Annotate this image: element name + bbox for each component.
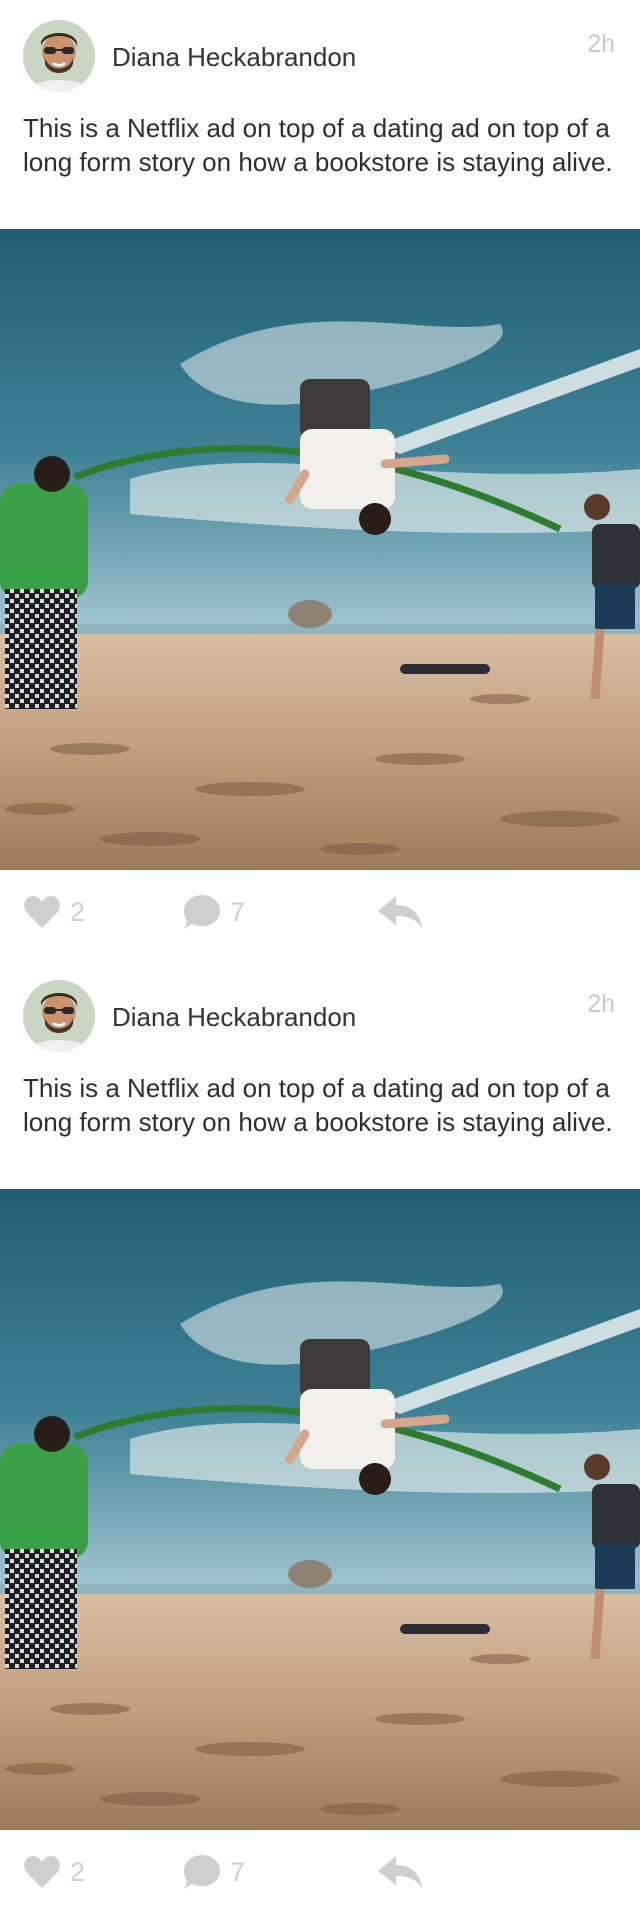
- author-name[interactable]: Diana Heckabrandon: [112, 42, 356, 73]
- comment-count: 7: [230, 896, 246, 927]
- comment-button[interactable]: 7: [182, 890, 245, 934]
- like-button[interactable]: 2: [22, 890, 85, 934]
- comment-button[interactable]: 7: [182, 1850, 245, 1894]
- heart-icon: [24, 896, 60, 928]
- reply-button[interactable]: [376, 890, 424, 934]
- post-text: This is a Netflix ad on top of a dating …: [23, 113, 613, 177]
- avatar[interactable]: [23, 20, 95, 92]
- comment-bubble-icon: [184, 895, 220, 929]
- reply-arrow-icon: [378, 1856, 422, 1888]
- heart-icon: [24, 1856, 60, 1888]
- like-count: 2: [70, 896, 86, 927]
- post-actions: 2 7: [0, 890, 640, 934]
- post-photo[interactable]: [0, 229, 640, 870]
- reply-button[interactable]: [376, 1850, 424, 1894]
- timestamp: 2h: [587, 990, 615, 1018]
- like-count: 2: [70, 1856, 86, 1887]
- like-button[interactable]: 2: [22, 1850, 85, 1894]
- reply-arrow-icon: [378, 896, 422, 928]
- timestamp: 2h: [587, 30, 615, 58]
- post-text: This is a Netflix ad on top of a dating …: [23, 1073, 613, 1137]
- comment-count: 7: [230, 1856, 246, 1887]
- feed-post: Diana Heckabrandon 2h This is a Netflix …: [0, 0, 640, 960]
- post-actions: 2 7: [0, 1850, 640, 1894]
- feed-post: Diana Heckabrandon 2h This is a Netflix …: [0, 960, 640, 1920]
- avatar[interactable]: [23, 980, 95, 1052]
- author-name[interactable]: Diana Heckabrandon: [112, 1002, 356, 1033]
- post-photo[interactable]: [0, 1189, 640, 1830]
- comment-bubble-icon: [184, 1855, 220, 1889]
